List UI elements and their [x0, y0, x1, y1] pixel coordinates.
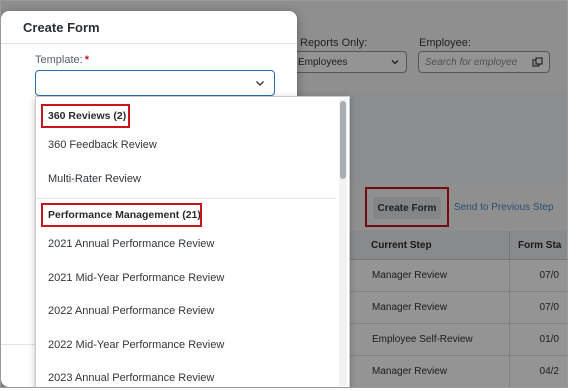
dialog-title: Create Form — [1, 11, 297, 44]
template-dropdown-list: 360 Reviews (2) 360 Feedback Review Mult… — [35, 96, 350, 387]
list-item[interactable]: 2022 Annual Performance Review — [36, 296, 336, 326]
template-label-text: Template: — [35, 54, 83, 66]
scrollbar-thumb[interactable] — [340, 101, 346, 179]
list-item[interactable]: 360 Feedback Review — [36, 130, 336, 160]
chevron-down-icon[interactable] — [254, 77, 266, 89]
dropdown-scrollbar[interactable] — [339, 99, 347, 386]
list-item[interactable]: 2021 Annual Performance Review — [36, 229, 336, 259]
group-highlight-box — [41, 203, 202, 227]
template-combobox[interactable] — [35, 70, 275, 96]
list-item[interactable]: 2022 Mid-Year Performance Review — [36, 330, 336, 360]
list-item[interactable]: 2023 Annual Performance Review — [36, 363, 336, 387]
group-divider — [36, 198, 336, 199]
list-item[interactable]: 2021 Mid-Year Performance Review — [36, 263, 336, 293]
template-label: Template: * — [35, 54, 89, 66]
list-item[interactable]: Multi-Rater Review — [36, 164, 336, 194]
required-marker: * — [84, 54, 89, 66]
group-highlight-box — [41, 104, 130, 128]
screenshot-frame: Reports Only: Employees Employee: Search… — [0, 0, 568, 388]
